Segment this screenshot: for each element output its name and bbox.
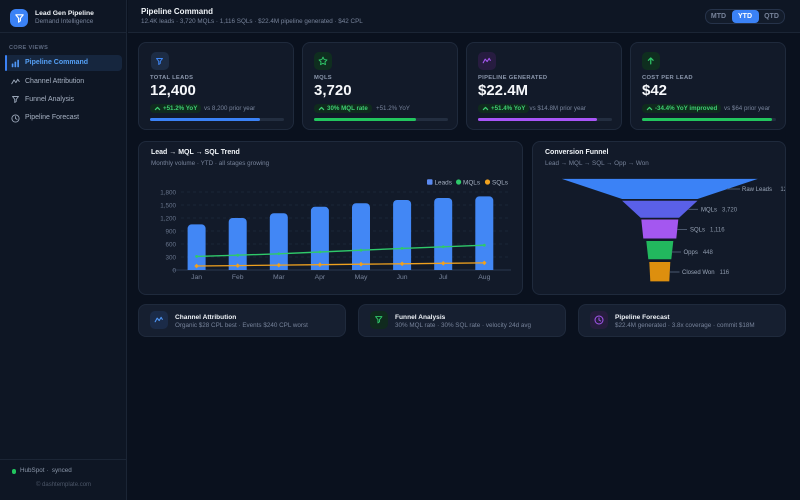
svg-text:Jan: Jan — [191, 274, 202, 281]
svg-text:MQLs 3,720: MQLs 3,720 — [701, 208, 738, 214]
svg-text:Jun: Jun — [397, 274, 408, 281]
svg-text:Opps 448: Opps 448 — [684, 250, 714, 256]
svg-text:Jul: Jul — [439, 274, 448, 281]
svg-text:Apr: Apr — [315, 274, 326, 281]
svg-text:300: 300 — [165, 254, 176, 261]
svg-text:0: 0 — [172, 267, 176, 274]
svg-text:SQLs: SQLs — [492, 179, 508, 186]
svg-text:Leads: Leads — [435, 179, 452, 186]
svg-text:Closed Won 116: Closed Won 116 — [682, 270, 730, 276]
svg-text:MQLs: MQLs — [463, 179, 480, 186]
svg-text:1,800: 1,800 — [160, 189, 176, 196]
svg-text:1,500: 1,500 — [160, 202, 176, 209]
svg-text:1,200: 1,200 — [160, 215, 176, 222]
svg-text:Mar: Mar — [273, 274, 285, 281]
svg-text:SQLs 1,116: SQLs 1,116 — [690, 228, 725, 234]
svg-text:Aug: Aug — [478, 274, 490, 281]
svg-text:May: May — [355, 274, 368, 281]
svg-text:Feb: Feb — [232, 274, 244, 281]
svg-text:600: 600 — [165, 241, 176, 248]
svg-text:900: 900 — [165, 228, 176, 235]
svg-text:Raw Leads 12,400: Raw Leads 12,400 — [742, 187, 786, 193]
